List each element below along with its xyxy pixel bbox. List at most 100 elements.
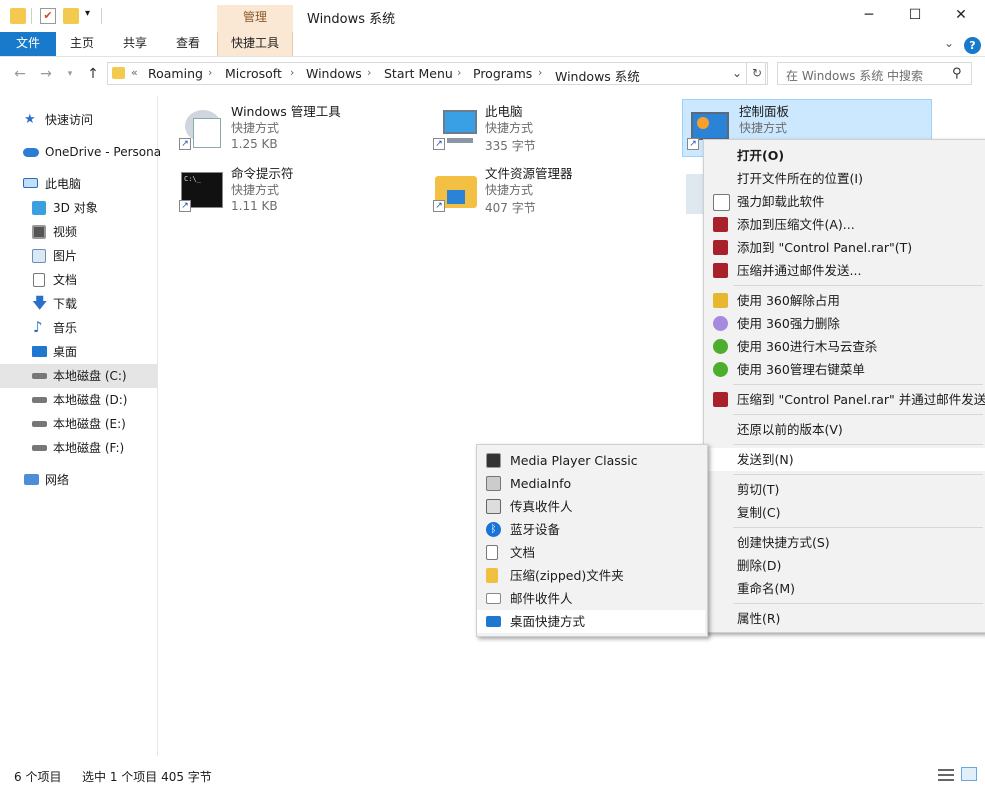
recent-locations-icon[interactable]: ▾ bbox=[60, 64, 80, 84]
file-type: 快捷方式 bbox=[231, 121, 280, 135]
nav-drive-e[interactable]: 本地磁盘 (E:) bbox=[0, 412, 157, 436]
menu-item-send-to[interactable]: 发送到(N) bbox=[704, 448, 985, 471]
sendto-desktop-shortcut[interactable]: 桌面快捷方式 bbox=[477, 610, 705, 633]
nav-music[interactable]: ♪ 音乐 bbox=[0, 316, 157, 340]
360-icon bbox=[713, 339, 728, 354]
context-tab-header: 管理 bbox=[217, 5, 293, 32]
nav-label: 桌面 bbox=[53, 345, 78, 359]
menu-label: 桌面快捷方式 bbox=[510, 614, 586, 629]
forward-arrow-icon[interactable]: → bbox=[36, 64, 56, 84]
quick-access-dropdown-icon[interactable]: ▾ bbox=[85, 8, 90, 19]
status-item-count: 6 个项目 bbox=[14, 770, 62, 784]
tab-home[interactable]: 主页 bbox=[62, 32, 102, 56]
nav-drive-c[interactable]: 本地磁盘 (C:) bbox=[0, 364, 157, 388]
file-type: 快捷方式 bbox=[485, 183, 534, 197]
nav-network[interactable]: 网络 bbox=[0, 468, 157, 492]
file-item-cmd[interactable]: C:\_ ↗ 命令提示符 快捷方式 1.11 KB bbox=[179, 162, 419, 220]
back-arrow-icon[interactable]: ← bbox=[10, 64, 30, 84]
drive-icon bbox=[32, 397, 47, 403]
bluetooth-icon: ᛒ bbox=[486, 522, 501, 537]
file-name: 命令提示符 bbox=[231, 166, 294, 181]
nav-onedrive[interactable]: OneDrive - Persona bbox=[0, 140, 161, 164]
menu-label: 压缩(zipped)文件夹 bbox=[510, 568, 624, 583]
menu-separator bbox=[733, 527, 983, 528]
shortcut-arrow-icon: ↗ bbox=[179, 200, 191, 212]
file-size: 1.11 KB bbox=[231, 199, 278, 213]
file-size: 335 字节 bbox=[485, 139, 536, 153]
large-icons-view-icon[interactable] bbox=[961, 767, 977, 781]
file-item-this-pc[interactable]: ↗ 此电脑 快捷方式 335 字节 bbox=[433, 100, 673, 158]
nav-quick-access[interactable]: ★ 快速访问 bbox=[0, 108, 157, 132]
drive-icon bbox=[32, 421, 47, 427]
partially-hidden-file-icon[interactable] bbox=[686, 174, 704, 214]
mediainfo-icon bbox=[486, 476, 501, 491]
nav-label: 快速访问 bbox=[45, 113, 94, 127]
help-icon[interactable]: ? bbox=[964, 37, 981, 54]
tab-view[interactable]: 查看 bbox=[168, 32, 208, 56]
file-size: 1.25 KB bbox=[231, 137, 278, 151]
film-icon bbox=[32, 225, 46, 239]
nav-desktop[interactable]: 桌面 bbox=[0, 340, 157, 364]
network-icon bbox=[24, 474, 39, 485]
menu-separator bbox=[733, 474, 983, 475]
menu-label: 使用 360解除占用 bbox=[737, 293, 840, 308]
shredder-icon bbox=[713, 316, 728, 331]
file-item-admin-tools[interactable]: ↗ Windows 管理工具 快捷方式 1.25 KB bbox=[179, 100, 419, 158]
chevron-right-icon[interactable]: › bbox=[538, 66, 542, 79]
breadcrumb-item[interactable]: Windows bbox=[306, 66, 362, 81]
nav-drive-f[interactable]: 本地磁盘 (F:) bbox=[0, 436, 157, 460]
film-icon bbox=[486, 453, 501, 468]
nav-this-pc[interactable]: 此电脑 bbox=[0, 172, 157, 196]
menu-label: 创建快捷方式(S) bbox=[737, 535, 830, 550]
cube-icon bbox=[32, 201, 46, 215]
drive-icon bbox=[32, 373, 47, 379]
expand-ribbon-icon[interactable]: ⌄ bbox=[944, 36, 954, 50]
tab-shortcut-tools[interactable]: 快捷工具 bbox=[217, 32, 293, 56]
file-type: 快捷方式 bbox=[739, 121, 788, 135]
close-button[interactable]: ✕ bbox=[938, 0, 984, 32]
menu-label: 发送到(N) bbox=[737, 452, 794, 467]
nav-label: 本地磁盘 (E:) bbox=[53, 417, 126, 431]
file-item-explorer[interactable]: ↗ 文件资源管理器 快捷方式 407 字节 bbox=[433, 162, 673, 220]
nav-label: 网络 bbox=[45, 473, 70, 487]
properties-icon[interactable]: ✔ bbox=[40, 8, 56, 24]
breadcrumb-item[interactable]: Windows 系统 bbox=[555, 66, 640, 85]
nav-label: 图片 bbox=[53, 249, 78, 263]
new-folder-icon[interactable] bbox=[63, 8, 79, 24]
tab-share[interactable]: 共享 bbox=[115, 32, 155, 56]
nav-3d-objects[interactable]: 3D 对象 bbox=[0, 196, 157, 220]
address-dropdown-icon[interactable]: ⌄ bbox=[732, 66, 742, 80]
maximize-button[interactable]: ☐ bbox=[892, 0, 938, 32]
breadcrumb-item[interactable]: Microsoft bbox=[225, 66, 282, 81]
chevron-right-icon[interactable]: › bbox=[367, 66, 371, 79]
refresh-icon[interactable]: ↻ bbox=[746, 62, 768, 85]
nav-documents[interactable]: 文档 bbox=[0, 268, 157, 292]
breadcrumb-item[interactable]: Roaming bbox=[148, 66, 203, 81]
nav-videos[interactable]: 视频 bbox=[0, 220, 157, 244]
chevron-right-icon[interactable]: › bbox=[290, 66, 294, 79]
chevron-right-icon[interactable]: › bbox=[208, 66, 212, 79]
menu-label: 蓝牙设备 bbox=[510, 522, 561, 537]
nav-label: 本地磁盘 (D:) bbox=[53, 393, 128, 407]
breadcrumb-item[interactable]: Start Menu bbox=[384, 66, 453, 81]
up-arrow-icon[interactable]: ↑ bbox=[83, 64, 103, 84]
breadcrumb-item[interactable]: Programs bbox=[473, 66, 532, 81]
menu-label: 压缩到 "Control Panel.rar" 并通过邮件发送 bbox=[737, 392, 985, 407]
context-menu: 打开(O) 打开文件所在的位置(I) 强力卸载此软件 添加到压缩文件(A)...… bbox=[703, 139, 985, 633]
nav-pictures[interactable]: 图片 bbox=[0, 244, 157, 268]
breadcrumb-overflow[interactable]: « bbox=[131, 66, 138, 79]
details-view-icon[interactable] bbox=[938, 768, 954, 781]
file-name: 控制面板 bbox=[739, 104, 790, 119]
menu-label: 添加到压缩文件(A)... bbox=[737, 217, 855, 232]
folder-icon[interactable] bbox=[10, 8, 26, 24]
menu-separator bbox=[733, 603, 983, 604]
minimize-button[interactable]: ─ bbox=[846, 0, 892, 32]
chevron-right-icon[interactable]: › bbox=[457, 66, 461, 79]
nav-downloads[interactable]: 🡇 下载 bbox=[0, 292, 157, 316]
search-icon[interactable]: ⚲ bbox=[952, 66, 962, 81]
menu-label: 还原以前的版本(V) bbox=[737, 422, 843, 437]
tab-file[interactable]: 文件 bbox=[0, 32, 56, 56]
nav-label: 此电脑 bbox=[45, 177, 82, 191]
drive-icon bbox=[32, 445, 47, 451]
nav-drive-d[interactable]: 本地磁盘 (D:) bbox=[0, 388, 157, 412]
